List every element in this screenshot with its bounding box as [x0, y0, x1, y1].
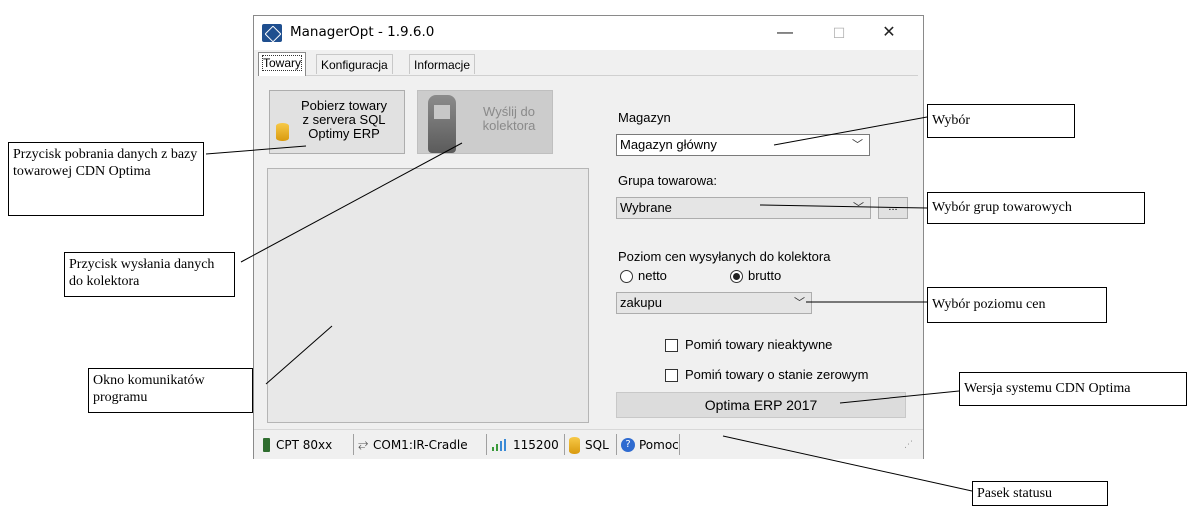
status-separator [616, 434, 617, 455]
radio-brutto[interactable] [730, 270, 743, 283]
status-device: CPT 80xx [276, 438, 333, 452]
skip-zero-stock-checkbox[interactable] [665, 369, 678, 382]
annotation-groups: Wybór grup towarowych [927, 192, 1145, 224]
status-separator [486, 434, 487, 455]
chevron-down-icon: ﹀ [853, 202, 864, 214]
device-icon [263, 438, 270, 452]
chevron-down-icon: ﹀ [794, 297, 805, 309]
status-port: COM1:IR-Cradle [373, 438, 468, 452]
group-picker-button[interactable]: ... [878, 197, 908, 219]
annotation-fetch: Przycisk pobrania danych z bazy towarowe… [8, 142, 204, 216]
status-help[interactable]: Pomoc [639, 436, 679, 454]
erp-version-display: Optima ERP 2017 [616, 392, 906, 418]
signal-icon [492, 439, 508, 451]
radio-netto[interactable] [620, 270, 633, 283]
minimize-button[interactable]: — [762, 16, 808, 50]
cable-icon: ⥂ [358, 437, 369, 452]
status-baud: 115200 [513, 438, 559, 452]
annotation-messages: Okno komunikatów programu [88, 368, 253, 413]
annotation-send: Przycisk wysłania danych do kolektora [64, 252, 235, 297]
skip-zero-stock-label: Pomiń towary o stanie zerowym [685, 367, 869, 382]
title-bar[interactable]: ManagerOpt - 1.9.6.0 — ☐ ✕ [254, 16, 923, 50]
annotation-prices: Wybór poziomu cen [927, 287, 1107, 323]
annotation-status: Pasek statusu [972, 481, 1108, 506]
app-window: ManagerOpt - 1.9.6.0 — ☐ ✕ Towary Konfig… [253, 15, 924, 459]
send-button-label: Wyślij do kolektora [482, 104, 536, 133]
warehouse-select[interactable]: Magazyn główny ﹀ [616, 134, 870, 156]
tab-informacje[interactable]: Informacje [409, 54, 476, 74]
status-separator [564, 434, 565, 455]
handheld-terminal-icon [428, 95, 456, 153]
skip-inactive-checkbox[interactable] [665, 339, 678, 352]
tab-konfiguracja[interactable]: Konfiguracja [316, 54, 393, 74]
status-sql: SQL [585, 438, 609, 452]
radio-brutto-label: brutto [748, 268, 782, 283]
status-separator [353, 434, 354, 455]
price-level-label: Poziom cen wysyłanych do kolektora [618, 249, 831, 264]
group-label: Grupa towarowa: [618, 173, 717, 188]
price-level-select[interactable]: zakupu ﹀ [616, 292, 812, 314]
status-bar: CPT 80xx ⥂ COM1:IR-Cradle 115200 SQL ? P… [254, 429, 923, 459]
app-icon [262, 24, 282, 42]
fetch-button-label: Pobierz towary z servera SQL Optimy ERP [301, 98, 387, 141]
send-to-collector-button: Wyślij do kolektora [417, 90, 553, 154]
close-button[interactable]: ✕ [866, 16, 912, 50]
database-icon [569, 437, 580, 454]
help-icon[interactable]: ? [621, 438, 635, 452]
skip-inactive-label: Pomiń towary nieaktywne [685, 337, 833, 352]
message-window[interactable] [267, 168, 589, 423]
chevron-down-icon: ﹀ [852, 139, 863, 151]
window-title: ManagerOpt - 1.9.6.0 [290, 24, 435, 40]
annotation-select: Wybór [927, 104, 1075, 138]
resize-grip-icon[interactable]: ⋰ [904, 440, 914, 450]
fetch-products-button[interactable]: Pobierz towary z servera SQL Optimy ERP [269, 90, 405, 154]
annotation-version: Wersja systemu CDN Optima [959, 372, 1187, 406]
status-separator [679, 434, 680, 455]
warehouse-label: Magazyn [618, 110, 671, 125]
radio-netto-label: netto [638, 268, 667, 283]
maximize-button: ☐ [832, 25, 846, 41]
tab-towary[interactable]: Towary [258, 52, 307, 76]
group-select[interactable]: Wybrane ﹀ [616, 197, 871, 219]
